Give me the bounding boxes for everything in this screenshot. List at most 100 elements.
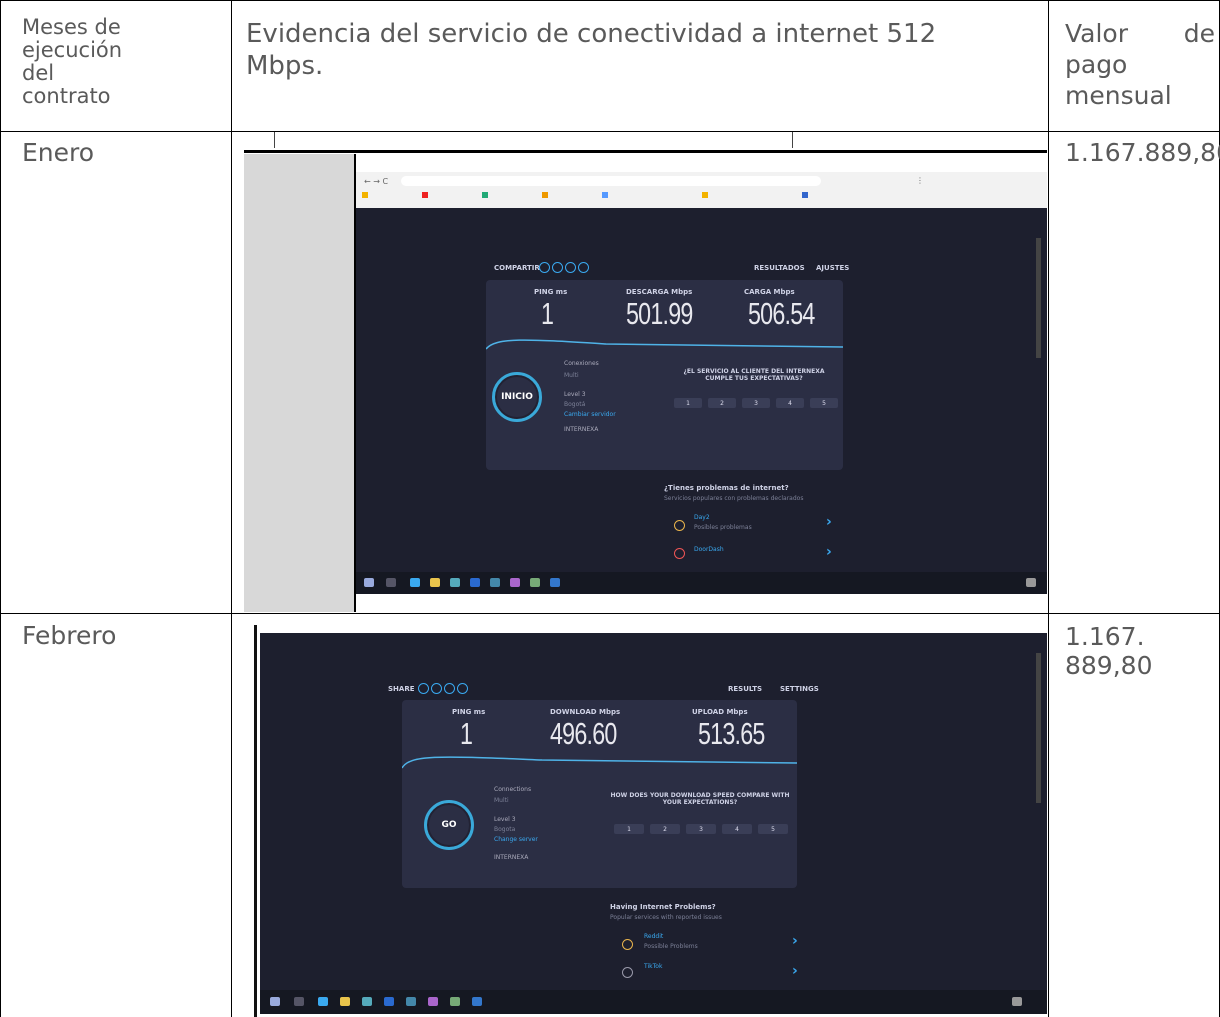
header-value-line1: Valor de [1065, 18, 1215, 49]
go-button[interactable]: GO [424, 800, 474, 850]
results-link[interactable]: RESULTADOS [754, 264, 805, 272]
notifications-icon[interactable] [1026, 578, 1036, 587]
app-icon[interactable] [472, 997, 482, 1006]
share-icon[interactable] [565, 262, 576, 273]
results-panel: PING ms DESCARGA Mbps CARGA Mbps 1 501.9… [486, 280, 843, 470]
service-link[interactable]: TikTok [644, 963, 662, 970]
app-icon[interactable] [384, 997, 394, 1006]
connections-label: Connections [494, 786, 532, 793]
results-link[interactable]: RESULTS [728, 685, 762, 693]
service-link[interactable]: Reddit [644, 933, 663, 940]
taskbar [356, 572, 1047, 594]
month-enero: Enero [22, 138, 95, 167]
rating-option[interactable]: 2 [708, 398, 736, 408]
rating-option[interactable]: 4 [722, 824, 752, 834]
folder-icon[interactable] [430, 578, 440, 587]
service-link[interactable]: Day2 [694, 514, 710, 521]
browser-chrome: ← → C ⋮ [356, 172, 1047, 208]
speed-graph [486, 339, 843, 350]
search-icon[interactable] [294, 997, 304, 1006]
download-value: 501.99 [626, 296, 693, 331]
alert-icon [622, 939, 633, 950]
chevron-right-icon[interactable]: › [826, 514, 832, 530]
share-icon[interactable] [457, 683, 468, 694]
settings-link[interactable]: AJUSTES [816, 264, 849, 272]
edge-icon[interactable] [318, 997, 328, 1006]
rating-option[interactable]: 5 [758, 824, 788, 834]
header-months-line: contrato [22, 84, 111, 108]
header-evidence: Evidencia del servicio de conectividad a… [246, 18, 1046, 82]
edge-icon[interactable] [410, 578, 420, 587]
download-label: DESCARGA Mbps [626, 288, 693, 296]
header-months-line: del [22, 61, 55, 85]
change-server-link[interactable]: Cambiar servidor [564, 411, 616, 418]
chrome-icon[interactable] [450, 997, 460, 1006]
isp-label: INTERNEXA [564, 426, 599, 433]
windows-start-icon[interactable] [364, 578, 374, 587]
rating-option[interactable]: 3 [742, 398, 770, 408]
rating-option[interactable]: 4 [776, 398, 804, 408]
app-icon[interactable] [550, 578, 560, 587]
app-icon[interactable] [510, 578, 520, 587]
upload-value: 513.65 [698, 716, 765, 751]
share-icon[interactable] [444, 683, 455, 694]
connections-value: Multi [494, 797, 509, 804]
chevron-right-icon[interactable]: › [792, 963, 798, 979]
share-icon[interactable] [552, 262, 563, 273]
rating-option[interactable]: 5 [810, 398, 838, 408]
table-border-left [0, 0, 1, 1017]
service-link[interactable]: DoorDash [694, 546, 724, 553]
share-icon[interactable] [431, 683, 442, 694]
service-status: Posibles problemas [694, 524, 752, 531]
header-value: Valor de pago mensual [1065, 18, 1215, 111]
search-icon[interactable] [386, 578, 396, 587]
ping-value: 1 [460, 716, 473, 751]
chrome-icon[interactable] [530, 578, 540, 587]
header-evidence-line: Mbps. [246, 51, 324, 81]
server-location: Bogota [494, 826, 516, 833]
value-febrero: 1.167. 889,80 [1065, 622, 1152, 680]
connections-label: Conexiones [564, 360, 599, 367]
app-icon[interactable] [490, 578, 500, 587]
value-line: 889,80 [1065, 651, 1153, 680]
chevron-right-icon[interactable]: › [792, 933, 798, 949]
value-enero: 1.167.889,80 [1065, 138, 1220, 167]
screenshot-top-strip [244, 132, 1047, 153]
folder-icon[interactable] [340, 997, 350, 1006]
share-icon[interactable] [539, 262, 550, 273]
share-label: COMPARTIR [494, 264, 540, 272]
app-icon[interactable] [406, 997, 416, 1006]
column-divider-2 [1048, 0, 1049, 1017]
rating-option[interactable]: 2 [650, 824, 680, 834]
windows-start-icon[interactable] [270, 997, 280, 1006]
ping-label: PING ms [452, 708, 486, 716]
share-icon[interactable] [418, 683, 429, 694]
go-button[interactable]: INICIO [492, 372, 542, 422]
column-divider-1 [231, 0, 232, 1017]
header-months-line: ejecución [22, 38, 123, 62]
address-bar[interactable] [401, 176, 821, 186]
share-label: SHARE [388, 685, 415, 693]
change-server-link[interactable]: Change server [494, 836, 538, 843]
app-icon[interactable] [428, 997, 438, 1006]
settings-link[interactable]: SETTINGS [780, 685, 819, 693]
problems-title: ¿Tienes problemas de internet? [664, 484, 789, 492]
ping-label: PING ms [534, 288, 568, 296]
share-icon[interactable] [578, 262, 589, 273]
chevron-right-icon[interactable]: › [826, 544, 832, 560]
rating-option[interactable]: 1 [614, 824, 644, 834]
server-location: Bogotá [564, 401, 586, 408]
upload-value: 506.54 [748, 296, 815, 331]
rating-option[interactable]: 1 [674, 398, 702, 408]
feedback-question: HOW DOES YOUR DOWNLOAD SPEED COMPARE WIT… [610, 792, 790, 806]
rating-option[interactable]: 3 [686, 824, 716, 834]
app-icon[interactable] [362, 997, 372, 1006]
row-divider [0, 613, 1220, 614]
isp-label: INTERNEXA [494, 854, 529, 861]
app-icon[interactable] [470, 578, 480, 587]
service-status: Possible Problems [644, 943, 698, 950]
app-icon[interactable] [450, 578, 460, 587]
scrollbar[interactable] [1036, 238, 1041, 358]
notifications-icon[interactable] [1012, 997, 1022, 1006]
scrollbar[interactable] [1036, 653, 1041, 803]
